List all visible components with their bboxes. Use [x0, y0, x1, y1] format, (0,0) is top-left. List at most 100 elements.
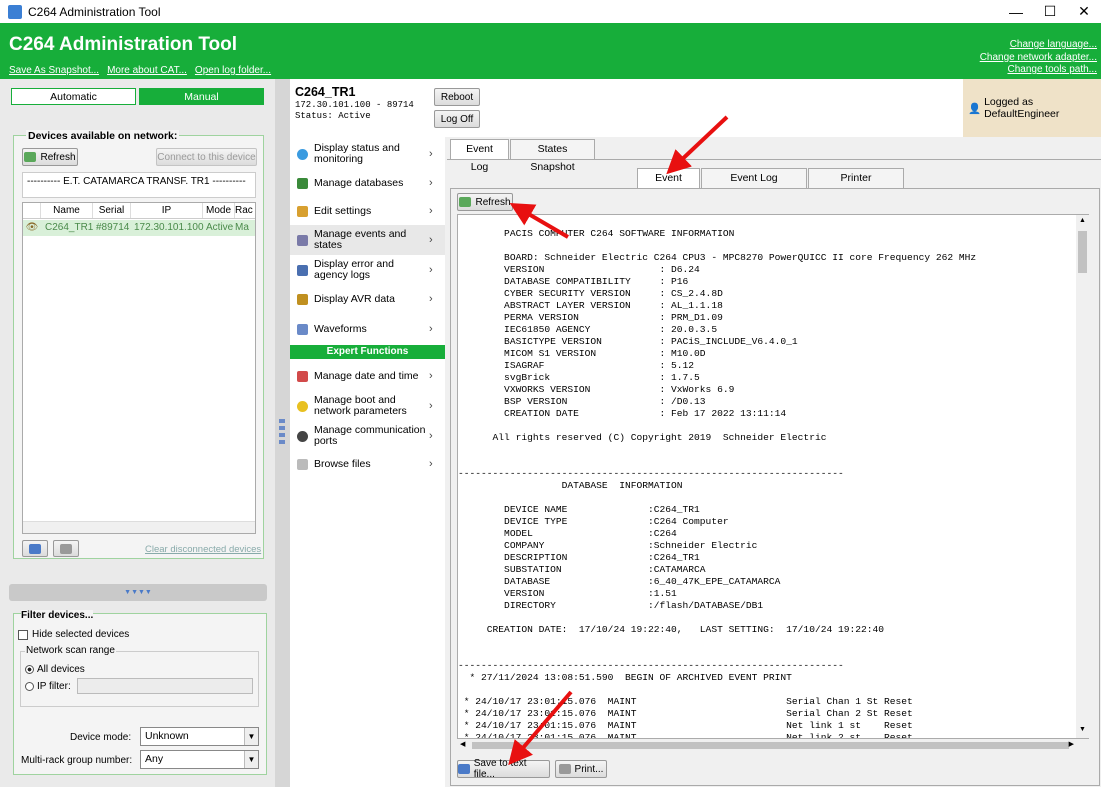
ip-filter-label: IP filter:: [37, 681, 71, 692]
more-about-link[interactable]: More about CAT...: [107, 65, 187, 76]
log-line: ----------------------------------------…: [458, 660, 844, 671]
print-devices-button[interactable]: [53, 540, 79, 557]
log-line: IEC61850 AGENCY : 20.0.3.5: [458, 324, 718, 335]
chevron-right-icon: ›: [429, 430, 433, 442]
app-icon: [8, 4, 22, 19]
chevron-right-icon: ›: [429, 370, 433, 382]
menu-manage-databases[interactable]: Manage databases ›: [290, 169, 445, 197]
chart-icon: [297, 148, 308, 160]
multirack-select[interactable]: Any ▼: [140, 750, 259, 769]
row-ip: 172.30.101.100: [134, 222, 204, 233]
col-rack[interactable]: Rac: [235, 203, 253, 218]
log-line: All rights reserved (C) Copyright 2019 S…: [458, 432, 827, 443]
row-mode: Active: [206, 222, 234, 233]
log-line: MICOM S1 VERSION : M10.0D: [458, 348, 706, 359]
open-log-folder-link[interactable]: Open log folder...: [195, 65, 271, 76]
col-serial[interactable]: Serial: [93, 203, 131, 218]
save-devices-button[interactable]: [22, 540, 48, 557]
menu-display-status[interactable]: Display status and monitoring ›: [290, 139, 445, 169]
vertical-splitter[interactable]: [275, 79, 290, 787]
scroll-thumb[interactable]: [1078, 231, 1087, 273]
settings-icon: [297, 205, 308, 217]
log-line: DATABASE :6_40_47K_EPE_CATAMARCA: [458, 576, 781, 587]
log-content: PACIS COMPUTER C264 SOFTWARE INFORMATION…: [458, 228, 1078, 739]
menu-communication-ports[interactable]: Manage communication ports ›: [290, 421, 445, 451]
col-ip[interactable]: IP: [131, 203, 203, 218]
log-line: DEVICE NAME :C264_TR1: [458, 504, 700, 515]
col-mode[interactable]: Mode: [203, 203, 235, 218]
hscroll-thumb[interactable]: [472, 742, 1069, 749]
tab-event-log[interactable]: Event Log: [450, 139, 509, 173]
calendar-icon: [297, 370, 308, 382]
log-icon: [297, 264, 308, 276]
subtab-event-log-parameters[interactable]: Event Log Parameters: [701, 168, 807, 202]
ip-filter-radio[interactable]: IP filter:: [25, 681, 71, 692]
log-line: VERSION : D6.24: [458, 264, 700, 275]
minimize-button[interactable]: —: [999, 0, 1033, 23]
panel-splitter[interactable]: ▼▼▼▼: [9, 584, 267, 601]
device-name: C264_TR1: [295, 85, 356, 99]
subtab-printer-parameters[interactable]: Printer Parameters: [808, 168, 904, 202]
row-name: C264_TR1: [45, 222, 94, 233]
log-line: DATABASE INFORMATION: [458, 480, 683, 491]
refresh-icon: [459, 197, 472, 207]
col-name[interactable]: Name: [41, 203, 93, 218]
tab-manual[interactable]: Manual: [139, 88, 264, 105]
reboot-button[interactable]: Reboot: [434, 88, 480, 106]
chevron-down-icon: ▼: [244, 728, 258, 745]
maximize-button[interactable]: ☐: [1033, 0, 1067, 23]
database-icon: [297, 177, 308, 189]
connect-device-button[interactable]: Connect to this device: [156, 148, 257, 166]
event-log-text[interactable]: PACIS COMPUTER C264 SOFTWARE INFORMATION…: [457, 214, 1089, 739]
menu-waveforms[interactable]: Waveforms ›: [290, 315, 445, 343]
menu-avr-data[interactable]: Display AVR data ›: [290, 285, 445, 313]
all-devices-label: All devices: [37, 664, 85, 675]
menu-date-time[interactable]: Manage date and time ›: [290, 361, 445, 391]
log-vscrollbar[interactable]: ▲ ▼: [1076, 215, 1089, 738]
log-hscrollbar[interactable]: ◀ ▶: [458, 739, 1076, 752]
menu-browse-files[interactable]: Browse files ›: [290, 451, 445, 477]
log-line: ABSTRACT LAYER VERSION : AL_1.1.18: [458, 300, 723, 311]
tab-automatic[interactable]: Automatic: [11, 88, 136, 105]
key-icon: [297, 293, 308, 305]
menu-boot-network[interactable]: Manage boot and network parameters ›: [290, 391, 445, 421]
save-text-file-button[interactable]: Save to text file...: [457, 758, 550, 780]
save-label: Save to text file...: [473, 758, 527, 780]
clear-disconnected-link[interactable]: Clear disconnected devices: [145, 544, 261, 555]
subtab-event-log[interactable]: Event Log: [637, 168, 700, 202]
refresh-log-button[interactable]: Refresh: [457, 193, 513, 211]
refresh-label: Refresh: [475, 196, 511, 208]
window-title: C264 Administration Tool: [28, 4, 161, 19]
log-line: VERSION :1.51: [458, 588, 677, 599]
save-snapshot-link[interactable]: Save As Snapshot...: [9, 65, 99, 76]
all-devices-radio[interactable]: All devices: [25, 664, 85, 675]
menu-error-logs[interactable]: Display error and agency logs ›: [290, 255, 445, 285]
close-button[interactable]: ✕: [1067, 0, 1101, 23]
table-row[interactable]: 👁 C264_TR1 #89714 172.30.101.100 Active …: [23, 220, 255, 236]
refresh-devices-button[interactable]: Refresh: [22, 148, 78, 166]
hide-selected-checkbox[interactable]: Hide selected devices: [18, 629, 129, 640]
menu-manage-events[interactable]: Manage events and states ›: [290, 225, 445, 255]
refresh-label: Refresh: [40, 151, 76, 163]
change-language-link[interactable]: Change language...: [1010, 39, 1097, 50]
change-tools-path-link[interactable]: Change tools path...: [1007, 64, 1097, 75]
folder-icon: [297, 458, 308, 470]
boot-icon: [297, 400, 308, 412]
ip-filter-input[interactable]: [77, 678, 253, 694]
table-hscrollbar[interactable]: [23, 521, 255, 533]
menu-edit-settings[interactable]: Edit settings ›: [290, 197, 445, 225]
log-line: * 24/10/17 23:01:15.076 MAINT Net link 2…: [458, 732, 913, 739]
device-mode-select[interactable]: Unknown ▼: [140, 727, 259, 746]
devices-title: Devices available on network:: [26, 130, 180, 142]
log-line: SUBSTATION :CATAMARCA: [458, 564, 706, 575]
change-network-adapter-link[interactable]: Change network adapter...: [980, 52, 1097, 63]
devices-table-header: Name Serial IP Mode Rac: [23, 203, 255, 219]
device-header: C264_TR1 172.30.101.100 - 89714 Status: …: [290, 79, 1101, 137]
tab-states-snapshot[interactable]: States Snapshot: [510, 139, 595, 173]
print-button[interactable]: Print...: [555, 760, 607, 778]
logoff-button[interactable]: Log Off: [434, 110, 480, 128]
